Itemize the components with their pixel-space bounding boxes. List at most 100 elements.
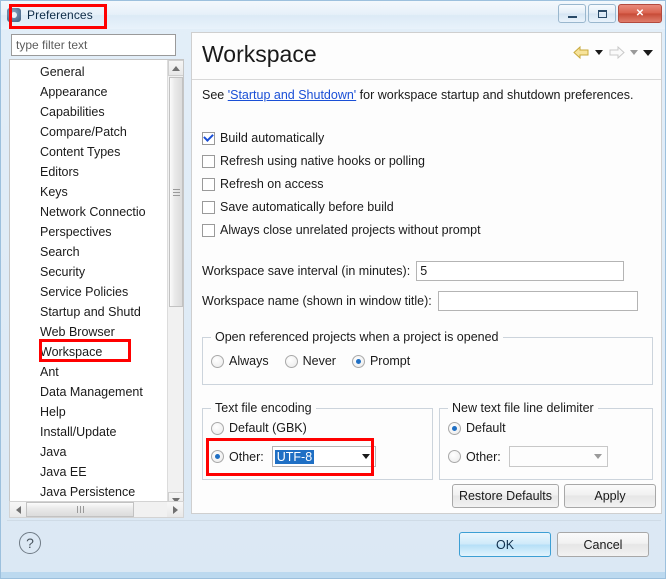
window-controls: ✕ bbox=[558, 4, 662, 23]
sidebar-item-keys[interactable]: Keys bbox=[10, 182, 170, 202]
group-title: Open referenced projects when a project … bbox=[211, 330, 503, 344]
sidebar-item-workspace[interactable]: Workspace bbox=[10, 342, 170, 362]
radio-icon[interactable] bbox=[211, 421, 224, 435]
radio-label: Other: bbox=[229, 449, 264, 464]
scroll-left-icon[interactable] bbox=[10, 502, 26, 517]
checkbox-icon[interactable] bbox=[202, 131, 215, 145]
cancel-button[interactable]: Cancel bbox=[557, 532, 649, 557]
save-interval-input[interactable]: 5 bbox=[416, 261, 625, 281]
forward-arrow-icon bbox=[608, 45, 625, 60]
checkbox-label: Build automatically bbox=[220, 131, 325, 145]
restore-defaults-button[interactable]: Restore Defaults bbox=[452, 484, 559, 508]
page-menu-chevron-down-icon[interactable] bbox=[643, 49, 653, 56]
encoding-combo[interactable]: UTF-8 bbox=[271, 446, 376, 467]
sidebar-item-data-management[interactable]: Data Management bbox=[10, 382, 170, 402]
radio-icon[interactable] bbox=[448, 450, 461, 463]
group-title: Text file encoding bbox=[211, 401, 316, 415]
radio-label: Default bbox=[466, 421, 506, 435]
radio-never[interactable]: Never bbox=[284, 354, 336, 368]
sidebar-item-network-connections[interactable]: Network Connectio bbox=[10, 202, 170, 222]
radio-delimiter-other[interactable]: Other: bbox=[448, 450, 501, 464]
radio-label: Never bbox=[302, 354, 336, 368]
checkbox-row-refresh-native-hooks[interactable]: Refresh using native hooks or polling bbox=[202, 154, 425, 168]
checkbox-row-build-automatically[interactable]: Build automatically bbox=[202, 131, 324, 145]
tree-vertical-scrollbar[interactable] bbox=[167, 60, 183, 508]
minimize-button[interactable] bbox=[558, 4, 586, 23]
delimiter-combo bbox=[508, 446, 608, 467]
sidebar-item-content-types[interactable]: Content Types bbox=[10, 142, 170, 162]
sidebar-item-search[interactable]: Search bbox=[10, 242, 170, 262]
sidebar-item-editors[interactable]: Editors bbox=[10, 162, 170, 182]
scroll-thumb-horizontal[interactable] bbox=[26, 502, 134, 517]
maximize-button[interactable] bbox=[588, 4, 616, 23]
sidebar-item-java-persistence[interactable]: Java Persistence bbox=[10, 482, 170, 502]
ok-button[interactable]: OK bbox=[459, 532, 551, 557]
close-button[interactable]: ✕ bbox=[618, 4, 662, 23]
encoding-combo-value: UTF-8 bbox=[274, 449, 315, 464]
sidebar-item-startup-and-shutdown[interactable]: Startup and Shutd bbox=[10, 302, 170, 322]
workspace-name-input[interactable] bbox=[437, 291, 638, 311]
open-referenced-options: Always Never Prompt bbox=[211, 354, 410, 368]
checkbox-icon[interactable] bbox=[202, 223, 215, 237]
checkbox-icon[interactable] bbox=[202, 200, 215, 214]
radio-encoding-default[interactable]: Default (GBK) bbox=[211, 421, 307, 435]
radio-icon[interactable] bbox=[211, 450, 224, 463]
sidebar-item-compare-patch[interactable]: Compare/Patch bbox=[10, 122, 170, 142]
help-question-icon[interactable]: ? bbox=[19, 532, 41, 554]
checkbox-row-close-unrelated-projects[interactable]: Always close unrelated projects without … bbox=[202, 223, 481, 237]
checkbox-row-refresh-on-access[interactable]: Refresh on access bbox=[202, 177, 324, 191]
window-title: Preferences bbox=[27, 8, 93, 22]
radio-encoding-other-row[interactable]: Other: UTF-8 bbox=[211, 446, 376, 467]
tree-items: General Appearance Capabilities Compare/… bbox=[10, 62, 170, 502]
sidebar-item-appearance[interactable]: Appearance bbox=[10, 82, 170, 102]
radio-always[interactable]: Always bbox=[211, 354, 269, 368]
line-delimiter-group: New text file line delimiter Default Oth… bbox=[439, 401, 653, 480]
radio-icon[interactable] bbox=[448, 421, 461, 435]
checkbox-label: Refresh using native hooks or polling bbox=[220, 154, 425, 168]
radio-delimiter-other-row[interactable]: Other: bbox=[448, 446, 608, 467]
checkbox-icon[interactable] bbox=[202, 154, 215, 168]
sidebar-item-security[interactable]: Security bbox=[10, 262, 170, 282]
radio-label: Always bbox=[229, 354, 269, 368]
sidebar-item-help[interactable]: Help bbox=[10, 402, 170, 422]
checkbox-icon[interactable] bbox=[202, 177, 215, 191]
radio-delimiter-default[interactable]: Default bbox=[448, 421, 506, 435]
sidebar-item-web-browser[interactable]: Web Browser bbox=[10, 322, 170, 342]
page-nav-icons bbox=[573, 45, 653, 60]
back-history-chevron-down-icon[interactable] bbox=[595, 50, 603, 55]
chevron-down-icon bbox=[590, 447, 607, 466]
scroll-up-icon[interactable] bbox=[168, 60, 183, 76]
radio-icon[interactable] bbox=[211, 354, 224, 368]
scroll-right-icon[interactable] bbox=[167, 502, 183, 517]
sidebar-item-perspectives[interactable]: Perspectives bbox=[10, 222, 170, 242]
radio-label: Default (GBK) bbox=[229, 421, 307, 435]
radio-prompt[interactable]: Prompt bbox=[351, 354, 411, 368]
tree-horizontal-scrollbar[interactable] bbox=[9, 501, 184, 518]
scroll-thumb-vertical[interactable] bbox=[169, 77, 183, 307]
sidebar-item-capabilities[interactable]: Capabilities bbox=[10, 102, 170, 122]
preferences-tree[interactable]: General Appearance Capabilities Compare/… bbox=[9, 59, 184, 509]
startup-shutdown-link[interactable]: 'Startup and Shutdown' bbox=[228, 88, 356, 102]
sidebar-item-install-update[interactable]: Install/Update bbox=[10, 422, 170, 442]
radio-encoding-other[interactable]: Other: bbox=[211, 450, 264, 464]
back-arrow-icon[interactable] bbox=[573, 45, 590, 60]
page-title: Workspace bbox=[202, 41, 317, 67]
radio-label: Prompt bbox=[369, 354, 411, 368]
sidebar-item-java[interactable]: Java bbox=[10, 442, 170, 462]
radio-icon[interactable] bbox=[284, 354, 298, 368]
sidebar-item-service-policies[interactable]: Service Policies bbox=[10, 282, 170, 302]
footer-divider bbox=[7, 520, 661, 521]
radio-icon[interactable] bbox=[351, 354, 365, 368]
chevron-down-icon[interactable] bbox=[358, 447, 375, 466]
title-divider bbox=[192, 79, 661, 80]
grip-icon bbox=[76, 506, 84, 513]
checkbox-label: Save automatically before build bbox=[220, 200, 394, 214]
sidebar-item-java-ee[interactable]: Java EE bbox=[10, 462, 170, 482]
checkbox-row-save-before-build[interactable]: Save automatically before build bbox=[202, 200, 394, 214]
sidebar-item-ant[interactable]: Ant bbox=[10, 362, 170, 382]
filter-input[interactable]: type filter text bbox=[11, 34, 176, 56]
workspace-name-row: Workspace name (shown in window title): bbox=[202, 291, 653, 311]
eclipse-preferences-icon bbox=[6, 7, 22, 23]
apply-button[interactable]: Apply bbox=[564, 484, 656, 508]
sidebar-item-general[interactable]: General bbox=[10, 62, 170, 82]
